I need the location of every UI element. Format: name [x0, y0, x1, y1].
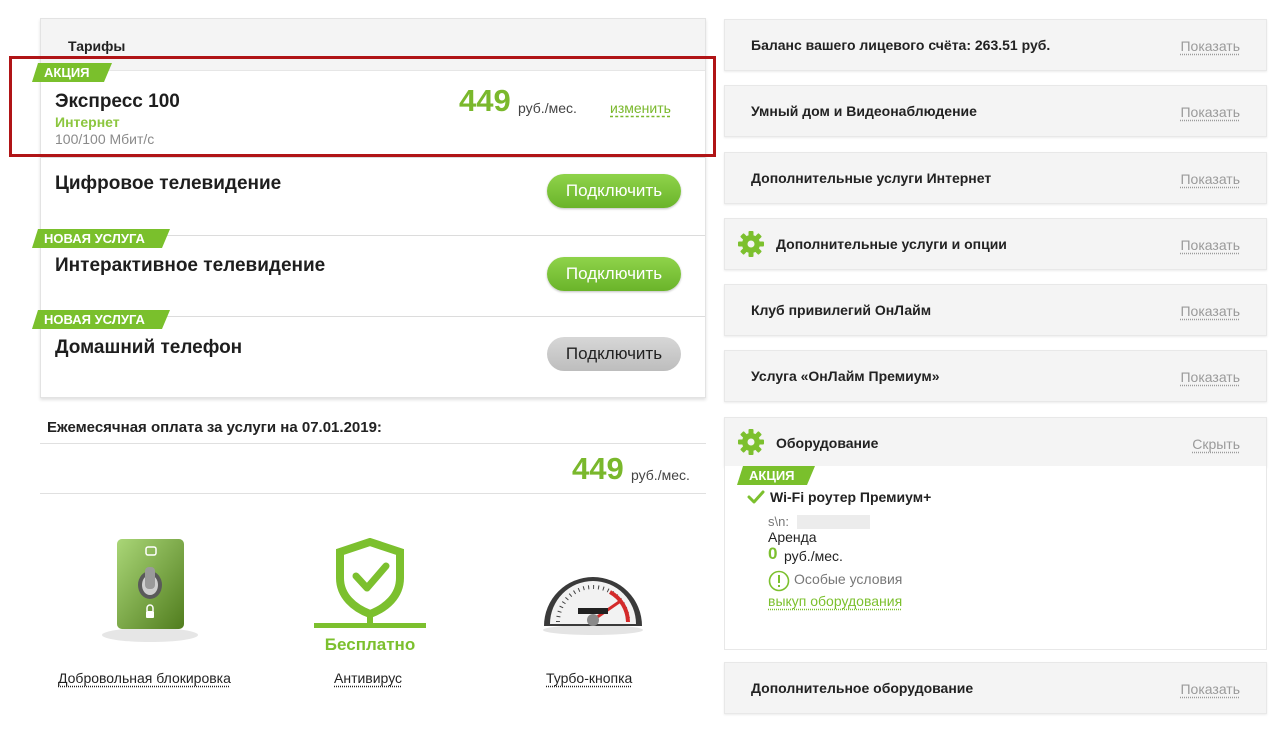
balance-panel[interactable]: Баланс вашего лицевого счёта: 263.51 руб…	[724, 19, 1267, 71]
monthly-payment-label: Ежемесячная оплата за услуги на 07.01.20…	[47, 419, 382, 436]
turbo-feature-label[interactable]: Турбо-кнопка	[546, 670, 632, 686]
club-title: Клуб привилегий ОнЛайм	[751, 302, 932, 318]
highlight-frame	[9, 56, 716, 157]
extra-internet-title: Дополнительные услуги Интернет	[751, 170, 992, 186]
connect-digital-tv-button[interactable]: Подключить	[547, 174, 681, 208]
exclamation-icon	[768, 570, 790, 592]
blocking-feature[interactable]	[100, 535, 200, 645]
gear-icon	[738, 231, 764, 257]
extra-equipment-show-link[interactable]: Показать	[1180, 681, 1240, 697]
free-badge: Бесплатно	[324, 635, 416, 654]
equipment-panel-body: Wi-Fi роутер Премиум+ s\n: Аренда 0 руб.…	[724, 466, 1267, 650]
monthly-price: 449	[572, 451, 624, 486]
divider	[40, 443, 706, 444]
premium-title: Услуга «ОнЛайм Премиум»	[751, 368, 940, 384]
new-service-ribbon: НОВАЯ УСЛУГА	[32, 310, 170, 329]
smart-home-show-link[interactable]: Показать	[1180, 104, 1240, 120]
blocking-feature-label[interactable]: Добровольная блокировка	[58, 670, 231, 686]
divider	[40, 493, 706, 494]
extra-equipment-panel[interactable]: Дополнительное оборудование Показать	[724, 662, 1267, 714]
rent-unit: руб./мес.	[784, 548, 843, 564]
serial-value-redacted	[797, 515, 870, 529]
antivirus-feature[interactable]: Бесплатно	[312, 537, 428, 658]
extra-equipment-title: Дополнительное оборудование	[751, 680, 974, 696]
rent-price: 0	[768, 544, 778, 563]
premium-panel[interactable]: Услуга «ОнЛайм Премиум» Показать	[724, 350, 1267, 402]
shield-check-icon	[314, 537, 426, 629]
premium-show-link[interactable]: Показать	[1180, 369, 1240, 385]
tariff-row-digital-tv: Цифровое телевидение Подключить	[41, 158, 705, 236]
monthly-price-unit: руб./мес.	[631, 467, 690, 483]
turbo-feature[interactable]	[540, 556, 646, 636]
equipment-panel-header[interactable]: Оборудование Скрыть	[724, 417, 1267, 467]
new-service-ribbon: НОВАЯ УСЛУГА	[32, 229, 170, 248]
extra-options-panel[interactable]: Дополнительные услуги и опции Показать	[724, 218, 1267, 270]
antivirus-feature-label[interactable]: Антивирус	[334, 670, 402, 686]
equipment-hide-link[interactable]: Скрыть	[1192, 436, 1240, 452]
buyout-link[interactable]: выкуп оборудования	[768, 593, 902, 609]
smart-home-title: Умный дом и Видеонаблюдение	[751, 103, 977, 119]
gear-icon	[738, 429, 764, 455]
extra-internet-panel[interactable]: Дополнительные услуги Интернет Показать	[724, 152, 1267, 204]
device-name: Wi-Fi роутер Премиум+	[770, 489, 932, 505]
speedometer-icon	[543, 577, 643, 635]
service-name: Цифровое телевидение	[55, 173, 282, 194]
special-conditions[interactable]: Особые условия	[794, 571, 902, 587]
balance-show-link[interactable]: Показать	[1180, 38, 1240, 54]
tariff-row-interactive-tv: Интерактивное телевидение Подключить	[41, 236, 705, 317]
connect-interactive-tv-button[interactable]: Подключить	[547, 257, 681, 291]
balance-title: Баланс вашего лицевого счёта: 263.51 руб…	[751, 37, 1051, 53]
checkmark-icon	[747, 490, 765, 504]
extra-internet-show-link[interactable]: Показать	[1180, 171, 1240, 187]
tariffs-title: Тарифы	[68, 38, 126, 54]
extra-options-title: Дополнительные услуги и опции	[776, 236, 1007, 252]
service-name: Домашний телефон	[55, 337, 243, 358]
club-show-link[interactable]: Показать	[1180, 303, 1240, 319]
tariff-row-home-phone: Домашний телефон Подключить	[41, 317, 705, 399]
toggle-lock-icon	[102, 539, 198, 642]
promo-ribbon: АКЦИЯ	[737, 466, 815, 485]
extra-options-show-link[interactable]: Показать	[1180, 237, 1240, 253]
rent-label: Аренда	[768, 529, 817, 545]
service-name: Интерактивное телевидение	[55, 255, 326, 276]
equipment-title: Оборудование	[776, 435, 879, 451]
smart-home-panel[interactable]: Умный дом и Видеонаблюдение Показать	[724, 85, 1267, 137]
serial-label: s\n:	[768, 514, 789, 529]
club-panel[interactable]: Клуб привилегий ОнЛайм Показать	[724, 284, 1267, 336]
connect-home-phone-button[interactable]: Подключить	[547, 337, 681, 371]
